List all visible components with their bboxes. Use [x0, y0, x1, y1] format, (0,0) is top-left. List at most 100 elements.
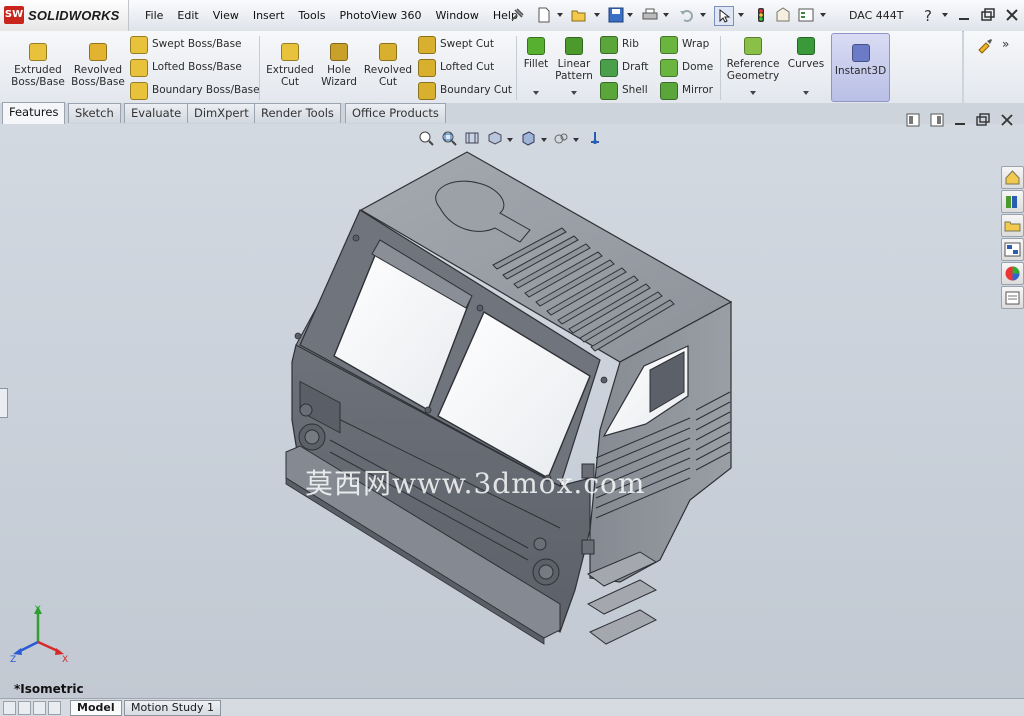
help-icon[interactable]: ?	[920, 6, 938, 24]
previous-tab-arrow-icon[interactable]	[18, 701, 31, 715]
pin-icon[interactable]	[508, 6, 526, 24]
tab-office-products[interactable]: Office Products	[345, 103, 446, 123]
help-dropdown-caret[interactable]	[942, 13, 948, 17]
previous-view-icon[interactable]	[464, 130, 480, 146]
display-style-dropdown-caret[interactable]	[573, 138, 579, 142]
home-icon	[1005, 170, 1020, 185]
instant3d-button[interactable]: Instant3D	[831, 33, 890, 102]
zoom-to-area-icon[interactable]	[441, 130, 457, 146]
tile-vertical-icon[interactable]	[929, 112, 945, 128]
reference-geometry-button[interactable]: Reference Geometry	[724, 37, 782, 82]
curves-dropdown-caret[interactable]	[803, 91, 809, 95]
customize-toolbar-icon[interactable]	[976, 37, 994, 55]
minimize-document-icon[interactable]	[952, 112, 968, 128]
options-dropdown-caret[interactable]	[820, 13, 826, 17]
mirror-button[interactable]: Mirror	[660, 81, 713, 100]
rib-icon	[600, 36, 618, 54]
undo-dropdown-caret[interactable]	[700, 13, 706, 17]
triad-y-label: Y	[34, 605, 41, 615]
truck-cab-model[interactable]	[0, 124, 1024, 698]
tab-evaluate[interactable]: Evaluate	[124, 103, 189, 123]
extruded-cut-button[interactable]: Extruded Cut	[264, 43, 316, 88]
extruded-boss-button[interactable]: Extruded Boss/Base	[10, 43, 66, 88]
menu-tools[interactable]: Tools	[291, 9, 332, 22]
tab-motion-study-1[interactable]: Motion Study 1	[124, 700, 222, 716]
dome-button[interactable]: Dome	[660, 58, 713, 77]
view-orientation-dropdown-caret[interactable]	[541, 138, 547, 142]
restore-document-icon[interactable]	[975, 112, 991, 128]
feature-manager-expander[interactable]	[0, 388, 8, 418]
menu-file[interactable]: File	[138, 9, 170, 22]
menu-view[interactable]: View	[206, 9, 246, 22]
new-document-icon[interactable]	[535, 6, 553, 24]
save-dropdown-caret[interactable]	[627, 13, 633, 17]
solidworks-resources-tab[interactable]	[1001, 166, 1024, 189]
tab-dimxpert[interactable]: DimXpert	[187, 103, 256, 123]
rib-button[interactable]: Rib	[600, 35, 639, 54]
restore-window-icon[interactable]	[979, 6, 997, 24]
view-settings-icon[interactable]	[587, 130, 603, 146]
first-tab-arrow-icon[interactable]	[3, 701, 16, 715]
shell-button[interactable]: Shell	[600, 81, 648, 100]
revolved-boss-button[interactable]: Revolved Boss/Base	[70, 43, 126, 88]
zoom-to-fit-icon[interactable]	[418, 130, 434, 146]
draft-button[interactable]: Draft	[600, 58, 648, 77]
boundary-boss-button[interactable]: Boundary Boss/Base	[130, 81, 260, 100]
save-icon[interactable]	[607, 6, 625, 24]
file-properties-icon[interactable]	[774, 6, 792, 24]
close-document-icon[interactable]	[999, 112, 1015, 128]
view-orientation-icon[interactable]	[520, 130, 536, 146]
open-icon[interactable]	[570, 6, 588, 24]
lofted-cut-button[interactable]: Lofted Cut	[418, 58, 494, 77]
tab-render-tools[interactable]: Render Tools	[254, 103, 341, 123]
print-dropdown-caret[interactable]	[663, 13, 669, 17]
undo-icon[interactable]	[678, 6, 696, 24]
last-tab-arrow-icon[interactable]	[48, 701, 61, 715]
boundary-boss-icon	[130, 82, 148, 100]
hole-wizard-button[interactable]: Hole Wizard	[314, 43, 364, 88]
swept-cut-button[interactable]: Swept Cut	[418, 35, 494, 54]
tile-horizontal-icon[interactable]	[905, 112, 921, 128]
lofted-boss-button[interactable]: Lofted Boss/Base	[130, 58, 242, 77]
minimize-window-icon[interactable]	[955, 6, 973, 24]
swept-boss-button[interactable]: Swept Boss/Base	[130, 35, 242, 54]
tab-model[interactable]: Model	[70, 700, 122, 716]
menu-edit[interactable]: Edit	[170, 9, 205, 22]
linear-pattern-button[interactable]: Linear Pattern	[553, 37, 595, 82]
section-view-dropdown-caret[interactable]	[507, 138, 513, 142]
display-style-icon[interactable]	[553, 130, 569, 146]
custom-properties-tab[interactable]	[1001, 286, 1024, 309]
graphics-area[interactable]: 莫西网www.3dmox.com Y X Z	[0, 113, 1024, 698]
boundary-cut-button[interactable]: Boundary Cut	[418, 81, 512, 100]
revolved-cut-button[interactable]: Revolved Cut	[363, 43, 413, 88]
select-icon[interactable]	[714, 6, 734, 26]
new-dropdown-caret[interactable]	[557, 13, 563, 17]
pattern-dropdown-caret[interactable]	[571, 91, 577, 95]
rebuild-icon[interactable]	[752, 6, 770, 24]
design-library-tab[interactable]	[1001, 190, 1024, 213]
menu-window[interactable]: Window	[429, 9, 486, 22]
view-palette-tab[interactable]	[1001, 238, 1024, 261]
section-view-icon[interactable]	[487, 130, 503, 146]
instant3d-content: Instant3D	[832, 44, 889, 77]
next-tab-arrow-icon[interactable]	[33, 701, 46, 715]
close-window-icon[interactable]	[1003, 6, 1021, 24]
tab-features[interactable]: Features	[2, 102, 66, 124]
reference-geometry-dropdown-caret[interactable]	[750, 91, 756, 95]
solidworks-logo[interactable]: SW SOLIDWORKS	[0, 0, 129, 31]
open-dropdown-caret[interactable]	[594, 13, 600, 17]
tab-sketch[interactable]: Sketch	[68, 103, 121, 123]
appearances-tab[interactable]	[1001, 262, 1024, 285]
file-explorer-tab[interactable]	[1001, 214, 1024, 237]
print-icon[interactable]	[641, 6, 659, 24]
curves-button[interactable]: Curves	[786, 37, 826, 70]
hole-wizard-icon	[330, 43, 348, 61]
wrap-button[interactable]: Wrap	[660, 35, 709, 54]
options-icon[interactable]	[797, 6, 815, 24]
menu-photoview[interactable]: PhotoView 360	[333, 9, 429, 22]
chevron-right-icon[interactable]: »	[1002, 37, 1009, 51]
select-dropdown-caret[interactable]	[738, 13, 744, 17]
menu-insert[interactable]: Insert	[246, 9, 292, 22]
fillet-dropdown-caret[interactable]	[533, 91, 539, 95]
fillet-button[interactable]: Fillet	[520, 37, 552, 70]
